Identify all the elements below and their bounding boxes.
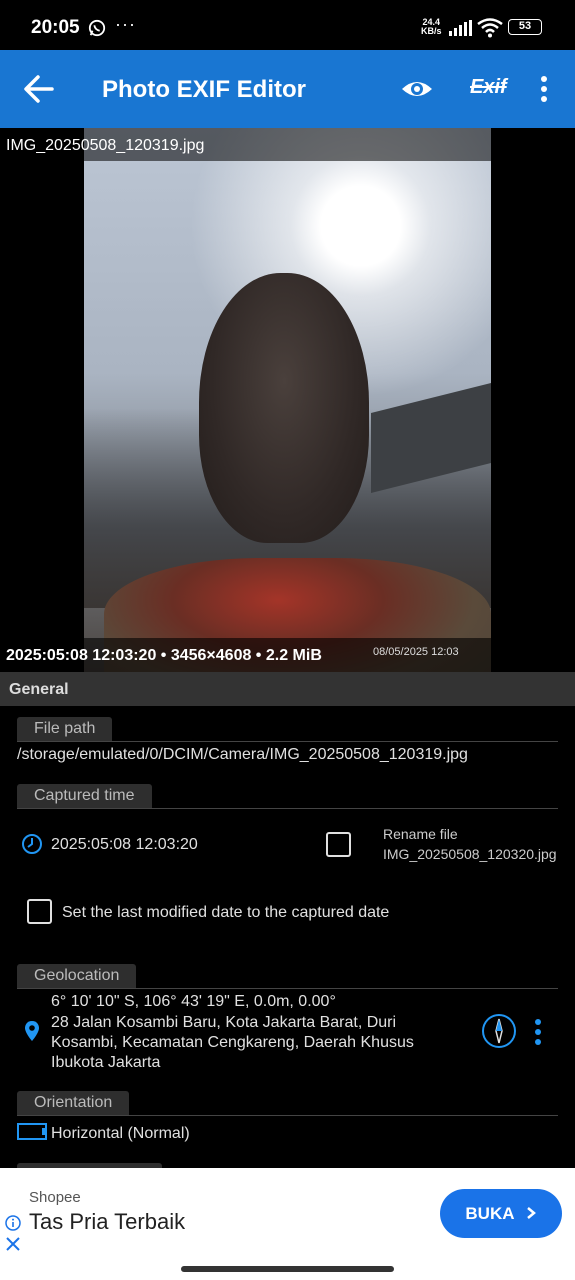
status-bar: 20:05 ··· 24.4 KB/s 53 [0,0,575,50]
geolocation-label: Geolocation [17,964,137,988]
geolocation-divider [17,988,558,989]
file-path-value[interactable]: /storage/emulated/0/DCIM/Camera/IMG_2025… [17,746,468,764]
captured-time-divider [17,808,558,809]
photo-timestamp: 08/05/2025 12:03 [373,646,459,658]
photo-preview[interactable]: IMG_20250508_120319.jpg 2025:05:08 12:03… [0,128,575,672]
geolocation-address-line3: Ibukota Jakarta [51,1054,161,1071]
ad-banner[interactable]: Shopee Tas Pria Terbaik BUKA [0,1168,575,1258]
signal-icon [449,20,472,36]
back-arrow-icon[interactable] [22,72,56,106]
compass-icon[interactable] [481,1013,517,1049]
rename-file-label: Rename file [383,826,458,842]
eye-icon[interactable] [400,74,434,104]
app-title: Photo EXIF Editor [102,76,306,103]
network-speed: 24.4 KB/s [421,18,442,36]
photo-subject-head [199,273,369,543]
geolocation-more-icon[interactable] [530,1018,546,1046]
ad-info-icon[interactable] [5,1215,21,1231]
ad-open-button[interactable]: BUKA [440,1189,562,1238]
more-notifications-icon: ··· [115,14,136,34]
photo-image [84,128,491,672]
set-modified-date-label[interactable]: Set the last modified date to the captur… [62,904,389,922]
whatsapp-icon [88,19,106,37]
ad-open-label: BUKA [465,1204,514,1223]
photo-meta: 2025:05:08 12:03:20 • 3456×4608 • 2.2 Mi… [6,647,322,664]
ad-close-icon[interactable] [5,1236,21,1252]
wifi-icon [477,18,503,38]
status-time: 20:05 [31,17,80,38]
ad-brand: Shopee [29,1189,81,1206]
rename-file-value: IMG_20250508_120320.jpg [383,846,557,862]
exif-remove-button[interactable]: Exif [470,76,507,99]
app-bar: Photo EXIF Editor Exif [0,50,575,128]
general-section-header: General [0,672,575,706]
chevron-right-icon [526,1207,536,1219]
orientation-value[interactable]: Horizontal (Normal) [51,1125,190,1143]
clock-icon [22,834,42,854]
orientation-landscape-icon [17,1123,47,1140]
location-pin-icon [25,1021,39,1041]
file-path-divider [17,741,558,742]
rename-file-checkbox[interactable] [326,832,351,857]
file-path-label: File path [17,717,113,741]
geolocation-address-line2: Kosambi, Kecamatan Cengkareng, Daerah Kh… [51,1034,414,1051]
geolocation-coords[interactable]: 6° 10' 10" S, 106° 43' 19" E, 0.0m, 0.00… [51,993,336,1011]
captured-time-value[interactable]: 2025:05:08 12:03:20 [51,836,198,854]
geolocation-address-line1: 28 Jalan Kosambi Baru, Kota Jakarta Bara… [51,1014,397,1031]
battery-icon: 53 [508,19,542,35]
more-vert-icon[interactable] [532,74,556,104]
ad-headline[interactable]: Tas Pria Terbaik [29,1209,185,1235]
navigation-bar [0,1258,575,1280]
captured-time-label: Captured time [17,784,152,808]
orientation-label: Orientation [17,1091,130,1115]
general-section-title: General [9,681,69,698]
photo-meta-bar: 2025:05:08 12:03:20 • 3456×4608 • 2.2 Mi… [0,638,575,672]
orientation-divider [17,1115,558,1116]
network-speed-unit: KB/s [421,26,442,36]
photo-file-name: IMG_20250508_120319.jpg [0,128,575,161]
home-gesture-pill[interactable] [181,1266,394,1272]
set-modified-date-checkbox[interactable] [27,899,52,924]
